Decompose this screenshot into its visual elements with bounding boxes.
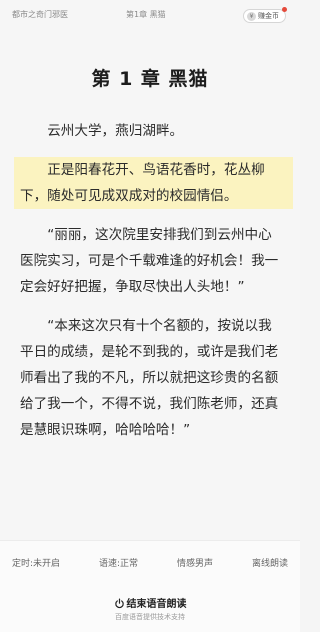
speed-option[interactable]: 语速:正常: [99, 556, 138, 569]
earn-coins-button[interactable]: ¥ 赚金币: [243, 7, 287, 23]
chapter-title-small: 第1章 黑猫: [126, 10, 166, 19]
offline-read-option[interactable]: 离线朗读: [252, 556, 288, 569]
voice-option[interactable]: 情感男声: [177, 556, 213, 569]
paragraph-highlighted: 正是阳春花开、鸟语花香时，花丛柳下，随处可见成双成对的校园情侣。: [14, 157, 293, 209]
notification-dot: [282, 7, 287, 12]
paragraph: “丽丽，这次院里安排我们到云州中心医院实习，可是个千载难逢的好机会！我一定会好好…: [20, 227, 279, 295]
paragraph: “本来这次只有十个名额的，按说以我平日的成绩，是轮不到我的，或许是我们老师看出了…: [20, 318, 279, 438]
yen-coin-icon: ¥: [247, 11, 256, 21]
power-icon: [114, 598, 124, 609]
reader-page: 都市之奇门邪医 第1章 黑猫 ¥ 赚金币 第 1 章 黑猫 云州大学，燕归湖畔。…: [0, 0, 300, 632]
reader-top-bar: 都市之奇门邪医 第1章 黑猫 ¥ 赚金币: [0, 0, 300, 30]
tts-control-panel: 定时:未开启 语速:正常 情感男声 离线朗读 结束语音朗读 百度语音提供技术支持: [0, 540, 300, 632]
tts-options-row: 定时:未开启 语速:正常 情感男声 离线朗读: [0, 556, 300, 569]
paragraph: 云州大学，燕归湖畔。: [47, 123, 184, 139]
stop-tts-label: 结束语音朗读: [126, 599, 187, 610]
chapter-heading: 第 1 章 黑猫: [91, 68, 209, 90]
earn-coins-label: 赚金币: [258, 12, 279, 20]
chapter-content[interactable]: 云州大学，燕归湖畔。 正是阳春花开、鸟语花香时，花丛柳下，随处可见成双成对的校园…: [14, 118, 293, 456]
stop-tts-button[interactable]: 结束语音朗读: [0, 595, 300, 610]
tts-provider-note: 百度语音提供技术支持: [115, 613, 185, 621]
book-title: 都市之奇门邪医: [12, 10, 68, 19]
timer-option[interactable]: 定时:未开启: [12, 556, 60, 569]
